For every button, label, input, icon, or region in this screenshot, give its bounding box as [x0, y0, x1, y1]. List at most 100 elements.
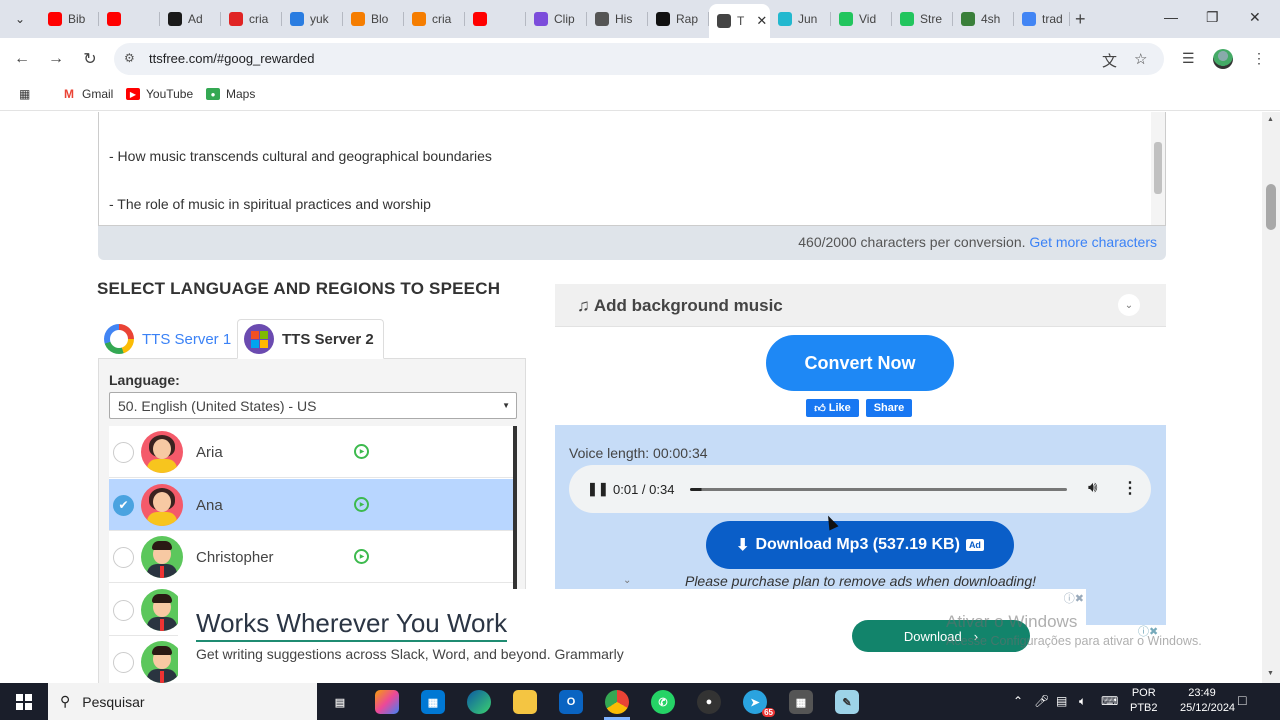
profile-avatar[interactable] [1213, 49, 1233, 69]
calculator-icon[interactable]: ▦ [789, 690, 813, 714]
bookmark-maps[interactable]: ● Maps [206, 87, 255, 101]
apps-grid-icon[interactable]: ▦ [19, 87, 30, 101]
browser-tab[interactable]: T ✕ [709, 4, 770, 38]
notepad-icon[interactable]: ✎ [835, 690, 859, 714]
scroll-down-arrow-icon[interactable]: ▼ [1267, 670, 1274, 677]
tab-tts-server-2[interactable]: TTS Server 2 [237, 319, 384, 359]
background-music-accordion[interactable]: ♫ Add background music ⌄ [555, 284, 1166, 327]
scroll-thumb[interactable] [1266, 184, 1276, 230]
chrome-icon[interactable] [597, 683, 637, 720]
keyboard-icon[interactable]: ⌨ [1101, 694, 1118, 708]
volume-tray-icon[interactable]: 🔈︎ [1079, 694, 1086, 709]
volume-icon[interactable]: 🔊︎ [1088, 479, 1097, 496]
windows-start-icon[interactable] [16, 694, 32, 710]
copilot-icon[interactable] [375, 690, 399, 714]
play-preview-icon[interactable]: ▶ [354, 496, 369, 512]
close-window-icon[interactable]: ✕ [1249, 9, 1261, 26]
address-bar[interactable]: ⚙ ttsfree.com/#goog_rewarded 文 ☆ [114, 43, 1164, 75]
more-options-icon[interactable]: ⋮ [1122, 478, 1138, 498]
close-tab-icon[interactable]: ✕ [756, 13, 767, 29]
bookmark-youtube[interactable]: ▶ YouTube [126, 87, 193, 101]
youtube-icon [473, 12, 487, 26]
bookmark-label: YouTube [146, 87, 194, 101]
play-preview-icon[interactable]: ▶ [354, 444, 369, 459]
site-settings-icon[interactable]: ⚙ [124, 51, 135, 65]
edge-icon[interactable] [467, 690, 491, 714]
translate-icon[interactable]: 文 [1102, 50, 1117, 71]
language-select[interactable]: 50. English (United States) - US ▼ [109, 392, 517, 419]
tab-search-chevron-icon[interactable]: ⌄ [8, 7, 32, 31]
background-music-title: ♫ Add background music [577, 296, 783, 316]
chevron-down-icon[interactable]: ⌄ [1118, 294, 1140, 316]
browser-tab[interactable]: Ad [160, 6, 221, 32]
outlook-icon[interactable]: O [559, 690, 583, 714]
radio-button[interactable] [113, 442, 134, 463]
radio-checked-icon[interactable]: ✔ [113, 494, 134, 516]
browser-tab[interactable]: yuk [282, 6, 343, 32]
input-language[interactable]: POR PTB2 [1130, 686, 1158, 716]
background-music-label: Add background music [593, 296, 783, 315]
whatsapp-icon[interactable]: ✆ [651, 690, 675, 714]
browser-tab[interactable]: Blo [343, 6, 404, 32]
adchoices-icon[interactable]: ⓘ✖ [1064, 590, 1084, 606]
bookmark-star-icon[interactable]: ☆ [1134, 50, 1147, 68]
browser-tab[interactable]: cria [221, 6, 282, 32]
taskbar-search[interactable]: ⚲ Pesquisar [48, 683, 317, 720]
convert-now-button[interactable]: Convert Now [766, 335, 954, 391]
voice-item[interactable]: ✔ Ana ▶ [109, 478, 513, 531]
radio-button[interactable] [113, 599, 134, 621]
minimize-icon[interactable]: — [1164, 9, 1178, 25]
back-arrow-icon[interactable]: ← [10, 47, 34, 71]
progress-track[interactable] [690, 488, 1067, 491]
browser-tab[interactable]: cria [404, 6, 465, 32]
store-icon[interactable]: ▦ [421, 690, 445, 714]
browser-tab[interactable]: His [587, 6, 648, 32]
voice-item[interactable]: Christopher ▶ [109, 531, 513, 583]
textarea-scrollbar[interactable] [1151, 112, 1165, 225]
obs-icon[interactable]: ● [697, 690, 721, 714]
reading-list-icon[interactable]: ☰ [1182, 50, 1195, 67]
radio-button[interactable] [113, 652, 134, 673]
browser-tab[interactable]: Clip [526, 6, 587, 32]
windows-taskbar: ⚲ Pesquisar ▤ ▦ O ✆ ● ➤ 65 ▦ ✎ ⌃ 🎤︎ ▤ 🔈︎… [0, 683, 1280, 720]
restore-icon[interactable]: ❐ [1206, 9, 1219, 26]
voice-item[interactable]: Aria ▶ [109, 426, 513, 478]
browser-tab[interactable] [465, 6, 526, 32]
taskbar-clock[interactable]: 23:49 25/12/2024 [1180, 686, 1235, 716]
telegram-icon[interactable]: ➤ 65 [743, 690, 775, 717]
browser-tab[interactable]: Bib [40, 6, 99, 32]
page-scrollbar[interactable]: ▲ ▼ [1262, 112, 1280, 683]
forward-arrow-icon[interactable]: → [44, 47, 68, 71]
text-input-area[interactable]: - - How music transcends cultural and ge… [98, 112, 1166, 226]
network-icon[interactable]: ▤ [1056, 694, 1067, 708]
browser-tab[interactable]: Stre [892, 6, 953, 32]
ad-headline[interactable]: Works Wherever You Work [196, 608, 508, 642]
browser-tab[interactable]: Vid [831, 6, 892, 32]
play-preview-icon[interactable]: ▶ [354, 549, 369, 564]
browser-tab[interactable]: Jun [770, 6, 831, 32]
reload-icon[interactable]: ↻ [78, 47, 102, 71]
task-view-icon[interactable]: ▤ [328, 690, 352, 714]
get-more-characters-link[interactable]: Get more characters [1029, 234, 1157, 250]
youtube-icon [48, 12, 62, 26]
url-text[interactable]: ttsfree.com/#goog_rewarded [149, 51, 314, 66]
tray-chevron-up-icon[interactable]: ⌃ [1013, 694, 1023, 708]
browser-tab[interactable] [99, 6, 160, 32]
tab-tts-server-1[interactable]: TTS Server 1 [98, 319, 237, 359]
new-tab-plus-icon[interactable]: + [1075, 9, 1086, 30]
facebook-share-button[interactable]: Share [866, 399, 912, 417]
pause-icon[interactable]: ❚❚ [587, 481, 609, 497]
microphone-icon[interactable]: 🎤︎ [1034, 694, 1049, 708]
browser-tab[interactable]: trad [1014, 6, 1070, 32]
download-mp3-button[interactable]: ⬇︎ Download Mp3 (537.19 KB) Ad [706, 521, 1014, 569]
file-explorer-icon[interactable] [513, 690, 537, 714]
radio-button[interactable] [113, 547, 134, 568]
scroll-up-arrow-icon[interactable]: ▲ [1267, 116, 1274, 123]
facebook-like-button[interactable]: 👍︎ Like [806, 399, 859, 417]
menu-kebab-icon[interactable]: ⋮ [1252, 50, 1266, 67]
notification-icon[interactable]: □ [1238, 692, 1246, 708]
audio-player[interactable]: ❚❚ 0:01 / 0:34 🔊︎ ⋮ [569, 465, 1151, 513]
bookmark-gmail[interactable]: M Gmail [62, 87, 113, 101]
browser-tab[interactable]: Rap [648, 6, 709, 32]
browser-tab[interactable]: 4sh [953, 6, 1014, 32]
